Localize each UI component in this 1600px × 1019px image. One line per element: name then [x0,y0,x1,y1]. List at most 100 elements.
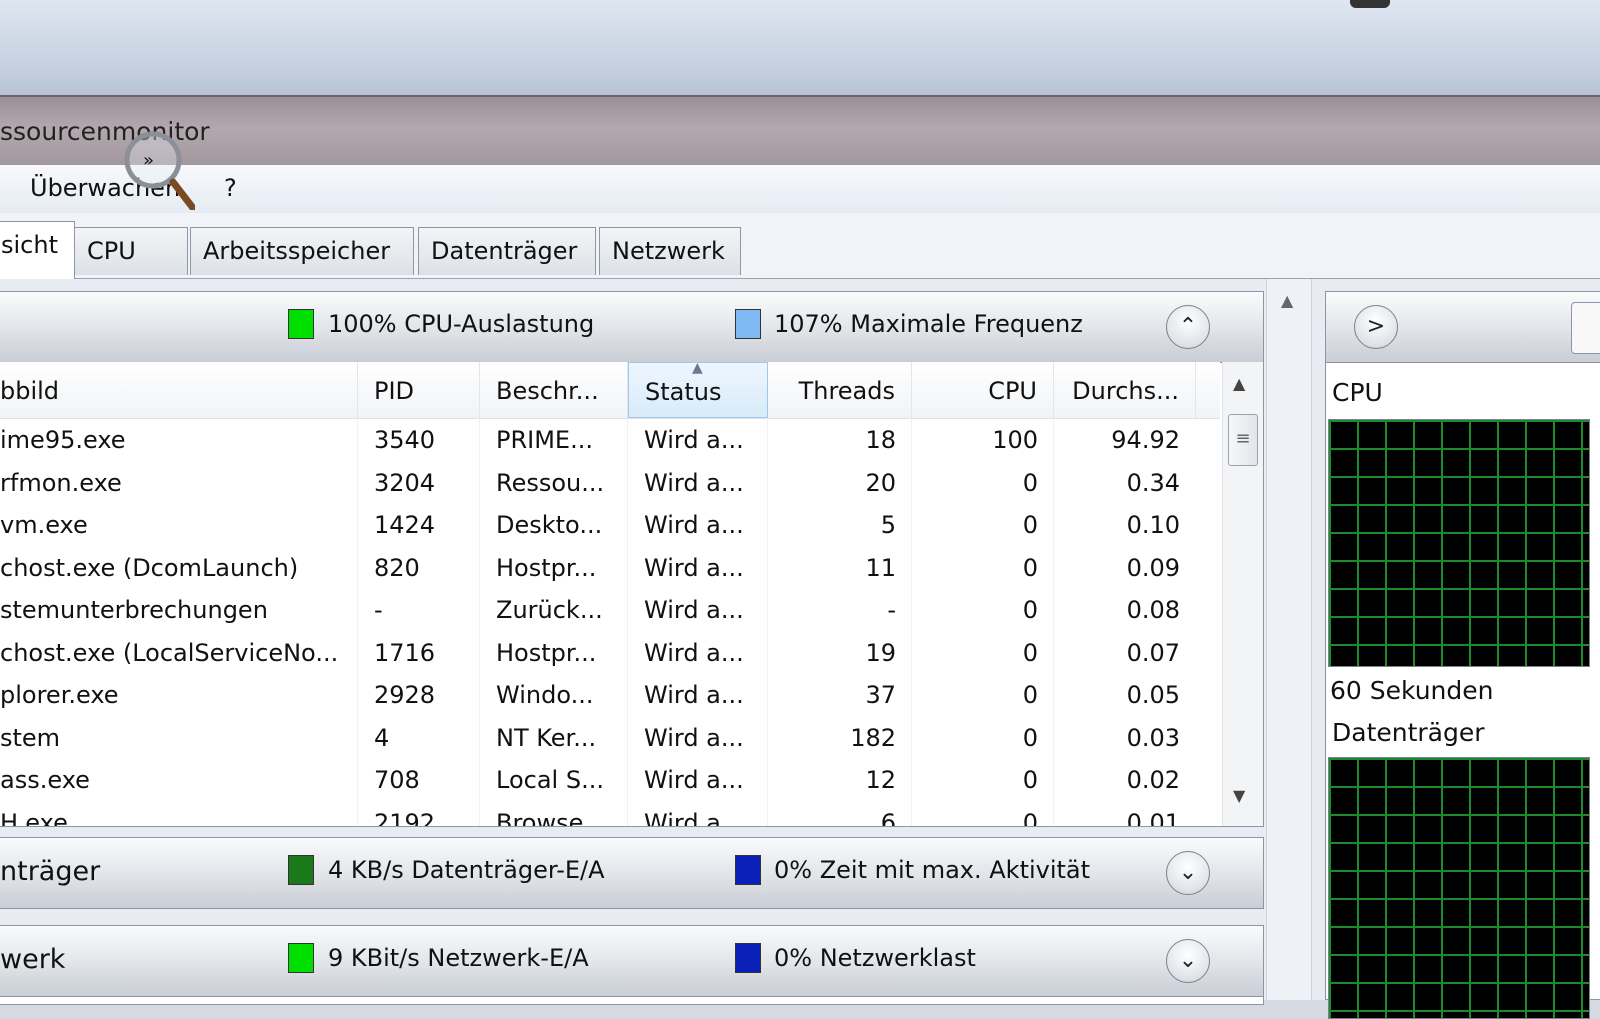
cell-description: Hostpr... [496,553,597,582]
cell-threads: 12 [865,766,896,794]
window-titlebar[interactable]: ssourcenmonitor [0,95,1600,167]
expand-network-button[interactable]: ⌄ [1166,939,1210,983]
network-load-legend: 0% Netzwerklast [774,944,976,972]
cell-threads: 5 [880,511,896,539]
table-row[interactable]: H.exe 2192 Browse... Wird a... 6 0 0.01 [0,801,1220,827]
cpu-usage-legend: 100% CPU-Auslastung [328,310,595,338]
cell-status: Wird a... [644,723,744,752]
expand-disk-button[interactable]: ⌄ [1166,851,1210,895]
desktop-background [0,0,1600,95]
cell-pid: 708 [374,766,420,794]
column-header-threads[interactable]: Threads [768,362,912,418]
cpu-graph-label: CPU [1332,378,1383,407]
cell-image: rfmon.exe [0,468,122,497]
graph-timespan-label: 60 Sekunden [1330,676,1494,705]
cell-image: vm.exe [0,511,88,539]
tab-cpu[interactable]: CPU [74,227,188,275]
network-io-legend-swatch [288,943,314,973]
cell-pid: 3540 [374,426,436,454]
cell-status: Wird a... [644,681,744,709]
table-row[interactable]: rfmon.exe 3204 Ressou... Wird a... 20 0 0.34 [0,461,1220,504]
chevron-right-icon: > [1366,314,1386,339]
cell-description: Browse... [496,808,607,827]
cell-image: H.exe [0,808,68,827]
column-header-description[interactable]: Beschr... [480,362,628,418]
cell-average: 0.07 [1126,638,1180,667]
menu-item-help[interactable]: ? [224,174,237,202]
cell-description: PRIME... [496,426,593,454]
table-row[interactable]: ime95.exe 3540 PRIME... Wird a... 18 100 94.92 [0,418,1220,461]
cell-threads: - [887,596,896,624]
cell-average: 0.34 [1126,468,1180,497]
graph-view-dropdown[interactable] [1571,302,1600,354]
cell-pid: - [374,596,383,624]
cell-status: Wird a... [644,553,744,582]
table-row[interactable]: stem 4 NT Ker... Wird a... 182 0 0.03 [0,716,1220,759]
tab-network[interactable]: Netzwerk [599,227,741,275]
table-row[interactable]: stemunterbrechungen - Zurück... Wird a... - 0… [0,588,1220,631]
tab-bar: sicht CPU Arbeitsspeicher Datenträger Ne… [0,213,1600,279]
cell-cpu: 0 [1022,681,1038,709]
table-row[interactable]: ass.exe 708 Local S... Wird a... 12 0 0.02 [0,758,1220,801]
table-row[interactable]: chost.exe (DcomLaunch) 820 Hostpr... Wird a… [0,546,1220,589]
cell-pid: 820 [374,553,420,582]
cell-pid: 2192 [374,808,436,827]
table-row[interactable]: plorer.exe 2928 Windo... Wird a... 37 0 0.05 [0,673,1220,716]
tab-overview[interactable]: sicht [0,221,75,279]
network-io-legend: 9 KBit/s Netzwerk-E/A [328,944,589,972]
column-header-average[interactable]: Durchs... [1054,362,1196,418]
column-header-cpu[interactable]: CPU [912,362,1054,418]
cell-average: 0.09 [1126,553,1180,582]
cell-cpu: 0 [1022,553,1038,582]
disk-graph-label: Datenträger [1332,718,1485,747]
cell-cpu: 0 [1022,808,1038,827]
desktop-icon [1350,0,1390,8]
tab-disk[interactable]: Datenträger [418,227,596,275]
disk-active-time-legend-swatch [735,855,761,885]
disk-io-legend-swatch [288,855,314,885]
cell-cpu: 0 [1022,468,1038,497]
max-frequency-legend: 107% Maximale Frequenz [774,310,1083,338]
network-section-title: werk [0,944,66,975]
table-row[interactable]: chost.exe (LocalServiceNo... 1716 Hostpr..… [0,631,1220,674]
process-table-scrollbar[interactable]: ▲ ≡ ▼ [1222,362,1263,826]
disk-active-time-legend: 0% Zeit mit max. Aktivität [774,856,1091,884]
column-header-image[interactable]: bbild [0,362,358,418]
cell-threads: 6 [880,808,896,827]
cell-cpu: 0 [1022,638,1038,667]
cell-description: Zurück... [496,596,603,624]
cell-average: 0.02 [1126,766,1180,794]
main-scrollbar[interactable]: ▲ [1266,279,1312,1000]
cell-status: Wird a... [644,766,744,794]
column-header-pid[interactable]: PID [358,362,480,418]
menu-bar: Überwachen ? [0,165,1600,214]
disk-section-header[interactable]: nträger 4 KB/s Datenträger-E/A 0% Zeit m… [0,838,1263,909]
scroll-up-icon[interactable]: ▲ [1233,374,1245,393]
svg-text:»: » [143,150,154,171]
cell-image: chost.exe (LocalServiceNo... [0,638,339,667]
network-section: werk 9 KBit/s Netzwerk-E/A 0% Netzwerkla… [0,925,1264,1005]
disk-graph [1328,757,1590,1019]
table-row[interactable]: vm.exe 1424 Deskto... Wird a... 5 0 0.10 [0,503,1220,546]
chevron-up-icon: ⌃ [1178,314,1198,339]
cell-status: Wird a... [644,511,744,539]
cell-average: 0.03 [1126,723,1180,752]
cell-status: Wird a... [644,426,744,454]
scroll-down-icon[interactable]: ▼ [1233,786,1245,805]
graph-panel-toggle-button[interactable]: > [1354,305,1398,349]
cpu-section-header[interactable]: 100% CPU-Auslastung 107% Maximale Freque… [0,292,1263,363]
cell-image: chost.exe (DcomLaunch) [0,553,299,582]
cell-status: Wird a... [644,808,744,827]
scroll-up-icon[interactable]: ▲ [1281,291,1293,310]
cell-threads: 182 [850,723,896,752]
magnifier-cursor-icon: » [124,131,195,210]
cell-image: ime95.exe [0,426,126,454]
sort-ascending-icon: ▲ [692,360,703,376]
network-section-header[interactable]: werk 9 KBit/s Netzwerk-E/A 0% Netzwerkla… [0,926,1263,997]
scrollbar-thumb[interactable]: ≡ [1228,414,1258,466]
tab-memory[interactable]: Arbeitsspeicher [190,227,414,275]
cell-description: Ressou... [496,468,605,497]
disk-section: nträger 4 KB/s Datenträger-E/A 0% Zeit m… [0,837,1264,909]
cell-image: stemunterbrechungen [0,596,268,624]
collapse-cpu-button[interactable]: ⌃ [1166,305,1210,349]
